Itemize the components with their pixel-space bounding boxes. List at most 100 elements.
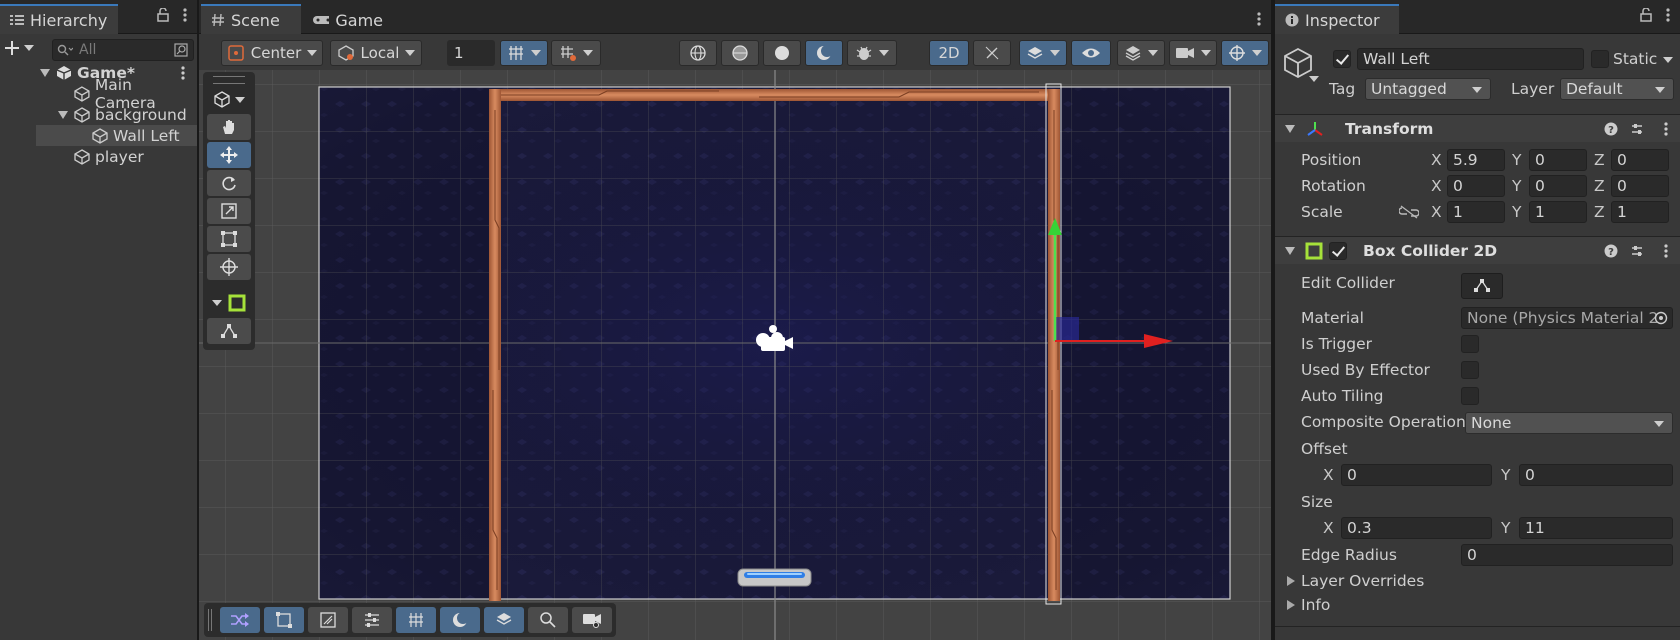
edit-collider-tool-button[interactable] xyxy=(207,318,251,344)
overlay-pixel-button[interactable] xyxy=(308,607,348,633)
layer-overrides-foldout[interactable]: Layer Overrides xyxy=(1287,572,1424,590)
component-enabled-checkbox[interactable] xyxy=(1329,241,1347,260)
edit-collider-button[interactable] xyxy=(1461,273,1503,299)
search-input[interactable]: All xyxy=(52,39,194,61)
object-name-field[interactable]: Wall Left xyxy=(1357,48,1584,70)
help-icon[interactable]: ? xyxy=(1604,122,1618,136)
drag-handle[interactable] xyxy=(208,609,212,631)
edge-radius-field[interactable]: 0 xyxy=(1461,544,1673,566)
constrain-proportions-icon[interactable] xyxy=(1399,205,1419,219)
tab-game[interactable]: Game xyxy=(303,4,393,34)
create-button[interactable] xyxy=(4,40,34,56)
pivot-mode-dropdown[interactable]: Center xyxy=(221,40,323,66)
used-by-effector-checkbox[interactable] xyxy=(1461,361,1479,379)
more-menu-icon[interactable] xyxy=(1664,121,1668,136)
tab-scene[interactable]: Scene xyxy=(201,4,301,34)
grid-size-field[interactable]: 1 xyxy=(447,40,495,66)
scale-z-field[interactable]: 1 xyxy=(1611,201,1669,223)
tree-item-player[interactable]: player xyxy=(0,146,197,167)
material-field[interactable]: None (Physics Material 2 xyxy=(1461,307,1673,329)
tab-hierarchy[interactable]: Hierarchy xyxy=(0,4,118,34)
view-lighting-button[interactable] xyxy=(805,40,843,66)
hand-tool-button[interactable] xyxy=(207,114,251,140)
info-foldout[interactable]: Info xyxy=(1287,596,1330,614)
active-checkbox[interactable] xyxy=(1333,50,1351,68)
rotate-tool-button[interactable] xyxy=(207,170,251,196)
scene-viewport[interactable] xyxy=(199,70,1271,640)
scale-y-field[interactable]: 1 xyxy=(1529,201,1587,223)
composite-operation-dropdown[interactable]: None xyxy=(1465,412,1673,434)
more-menu-icon[interactable] xyxy=(1664,243,1668,258)
player-paddle-sprite[interactable] xyxy=(737,568,812,587)
increment-snap-button[interactable] xyxy=(551,40,601,66)
transform-tool-button[interactable] xyxy=(207,254,251,280)
overlay-layers-button[interactable] xyxy=(484,607,524,633)
rect-tool-button[interactable] xyxy=(207,226,251,252)
position-x-field[interactable]: 5.9 xyxy=(1447,149,1505,171)
position-z-field[interactable]: 0 xyxy=(1611,149,1669,171)
lighting-toggle-button[interactable] xyxy=(973,40,1011,66)
toggle-2d-button[interactable]: 2D xyxy=(929,40,969,66)
presets-icon[interactable] xyxy=(1630,244,1644,258)
overlay-shuffle-button[interactable] xyxy=(220,607,260,633)
gizmos-button[interactable] xyxy=(1221,40,1269,66)
grid-snap-button[interactable] xyxy=(500,40,548,66)
wall-top[interactable] xyxy=(489,89,1060,101)
view-wireframe-button[interactable] xyxy=(679,40,717,66)
box-collider-header[interactable]: Box Collider 2D ? xyxy=(1275,236,1680,264)
tag-dropdown[interactable]: Untagged xyxy=(1365,78,1491,100)
camera-settings-button[interactable] xyxy=(1169,40,1217,66)
orientation-dropdown[interactable] xyxy=(203,88,255,112)
overlay-search-button[interactable] xyxy=(528,607,568,633)
layers-button[interactable] xyxy=(1117,40,1165,66)
drag-handle[interactable] xyxy=(213,76,245,84)
presets-icon[interactable] xyxy=(1630,122,1644,136)
chevron-down-icon[interactable] xyxy=(1663,57,1673,63)
lock-icon[interactable] xyxy=(1640,8,1652,22)
rotation-x-field[interactable]: 0 xyxy=(1447,175,1505,197)
help-icon[interactable]: ? xyxy=(1604,244,1618,258)
overlay-grid-button[interactable] xyxy=(396,607,436,633)
search-options-icon[interactable] xyxy=(173,42,189,58)
rotation-y-field[interactable]: 0 xyxy=(1529,175,1587,197)
object-picker-icon[interactable] xyxy=(1654,311,1668,325)
tab-inspector[interactable]: Inspector xyxy=(1275,4,1399,34)
is-trigger-checkbox[interactable] xyxy=(1461,335,1479,353)
gameobject-icon[interactable] xyxy=(1283,46,1321,84)
overlay-sliders-button[interactable] xyxy=(352,607,392,633)
tree-item-main-camera[interactable]: Main Camera xyxy=(0,76,197,112)
more-menu-icon[interactable] xyxy=(1257,12,1261,26)
offset-y-field[interactable]: 0 xyxy=(1519,464,1673,486)
layer-dropdown[interactable]: Default xyxy=(1560,78,1674,100)
pivot-rotation-dropdown[interactable]: Local xyxy=(330,40,422,66)
debug-draw-mode-button[interactable] xyxy=(847,40,897,66)
move-tool-button[interactable] xyxy=(207,142,251,168)
transform-header[interactable]: Transform ? xyxy=(1275,114,1680,142)
tree-item-wall-left[interactable]: Wall Left xyxy=(36,125,197,146)
wall-right-sprite[interactable] xyxy=(1045,83,1062,605)
overlay-rect-button[interactable] xyxy=(264,607,304,633)
scale-x-field[interactable]: 1 xyxy=(1447,201,1505,223)
auto-tiling-checkbox[interactable] xyxy=(1461,387,1479,405)
tree-item-background[interactable]: background xyxy=(0,104,197,125)
more-menu-icon[interactable] xyxy=(1666,8,1670,22)
rotation-z-field[interactable]: 0 xyxy=(1611,175,1669,197)
overlay-lighting-button[interactable] xyxy=(440,607,480,633)
expand-arrow-icon[interactable] xyxy=(40,68,50,78)
wall-left-sprite[interactable] xyxy=(489,89,501,601)
overlay-camera-button[interactable] xyxy=(572,607,612,633)
size-x-field[interactable]: 0.3 xyxy=(1341,517,1492,539)
scale-tool-button[interactable] xyxy=(207,198,251,224)
static-checkbox[interactable] xyxy=(1591,50,1609,68)
size-y-field[interactable]: 11 xyxy=(1519,517,1673,539)
scene-visibility-button[interactable] xyxy=(1071,40,1111,66)
expand-arrow-icon[interactable] xyxy=(58,110,68,120)
effects-button[interactable] xyxy=(1019,40,1067,66)
position-y-field[interactable]: 0 xyxy=(1529,149,1587,171)
collider-edit-dropdown[interactable] xyxy=(207,290,251,316)
lock-icon[interactable] xyxy=(157,8,169,22)
view-shaded-wireframe-button[interactable] xyxy=(721,40,759,66)
more-menu-icon[interactable] xyxy=(183,8,187,22)
view-shaded-button[interactable] xyxy=(763,40,801,66)
scene-canvas[interactable] xyxy=(199,70,1271,640)
